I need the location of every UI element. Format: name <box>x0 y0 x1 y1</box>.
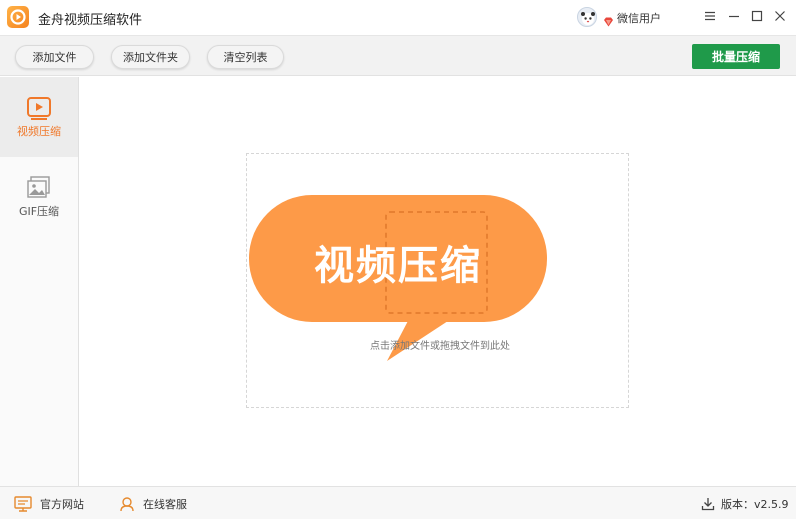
customer-service-icon <box>120 497 134 512</box>
online-service-label: 在线客服 <box>143 498 187 511</box>
video-play-icon <box>26 95 52 121</box>
banner-title: 视频压缩 <box>314 243 482 289</box>
sidebar-item-label: 视频压缩 <box>17 125 61 138</box>
monitor-icon <box>14 496 32 512</box>
user-name[interactable]: 微信用户 <box>617 10 661 26</box>
app-window: 金舟视频压缩软件 微信用户 添加文件 添加文件夹 清空列表 批量压缩 视频压缩 … <box>0 0 796 519</box>
sidebar-item-gif-compress[interactable]: GIF压缩 <box>0 157 78 237</box>
batch-compress-button[interactable]: 批量压缩 <box>692 44 780 69</box>
close-icon[interactable] <box>772 8 788 24</box>
maximize-icon[interactable] <box>749 8 765 24</box>
version-label: 版本：v2.5.9 <box>721 498 789 511</box>
add-file-button[interactable]: 添加文件 <box>15 45 94 69</box>
sidebar: 视频压缩 GIF压缩 <box>0 77 79 486</box>
image-icon <box>26 175 52 201</box>
add-folder-button[interactable]: 添加文件夹 <box>111 45 190 69</box>
online-service-link[interactable]: 在线客服 <box>119 495 187 513</box>
user-avatar[interactable] <box>577 7 597 27</box>
version-info[interactable]: 版本：v2.5.9 <box>701 495 789 513</box>
app-title: 金舟视频压缩软件 <box>38 13 143 28</box>
sidebar-item-label: GIF压缩 <box>18 205 60 218</box>
status-bar: 官方网站 在线客服 版本：v2.5.9 <box>0 486 796 519</box>
download-update-icon <box>701 498 715 511</box>
official-site-label: 官方网站 <box>40 498 84 511</box>
title-bar: 金舟视频压缩软件 微信用户 <box>0 0 796 36</box>
sidebar-item-video-compress[interactable]: 视频压缩 <box>0 77 78 157</box>
vip-diamond-icon <box>603 12 614 31</box>
clear-list-button[interactable]: 清空列表 <box>207 45 284 69</box>
menu-icon[interactable] <box>702 8 718 24</box>
minimize-icon[interactable] <box>726 8 742 24</box>
official-site-link[interactable]: 官方网站 <box>14 495 84 513</box>
app-logo-icon <box>7 6 29 28</box>
drop-hint-text: 点击添加文件或拖拽文件到此处 <box>370 341 510 352</box>
toolbar: 添加文件 添加文件夹 清空列表 批量压缩 <box>0 36 796 76</box>
